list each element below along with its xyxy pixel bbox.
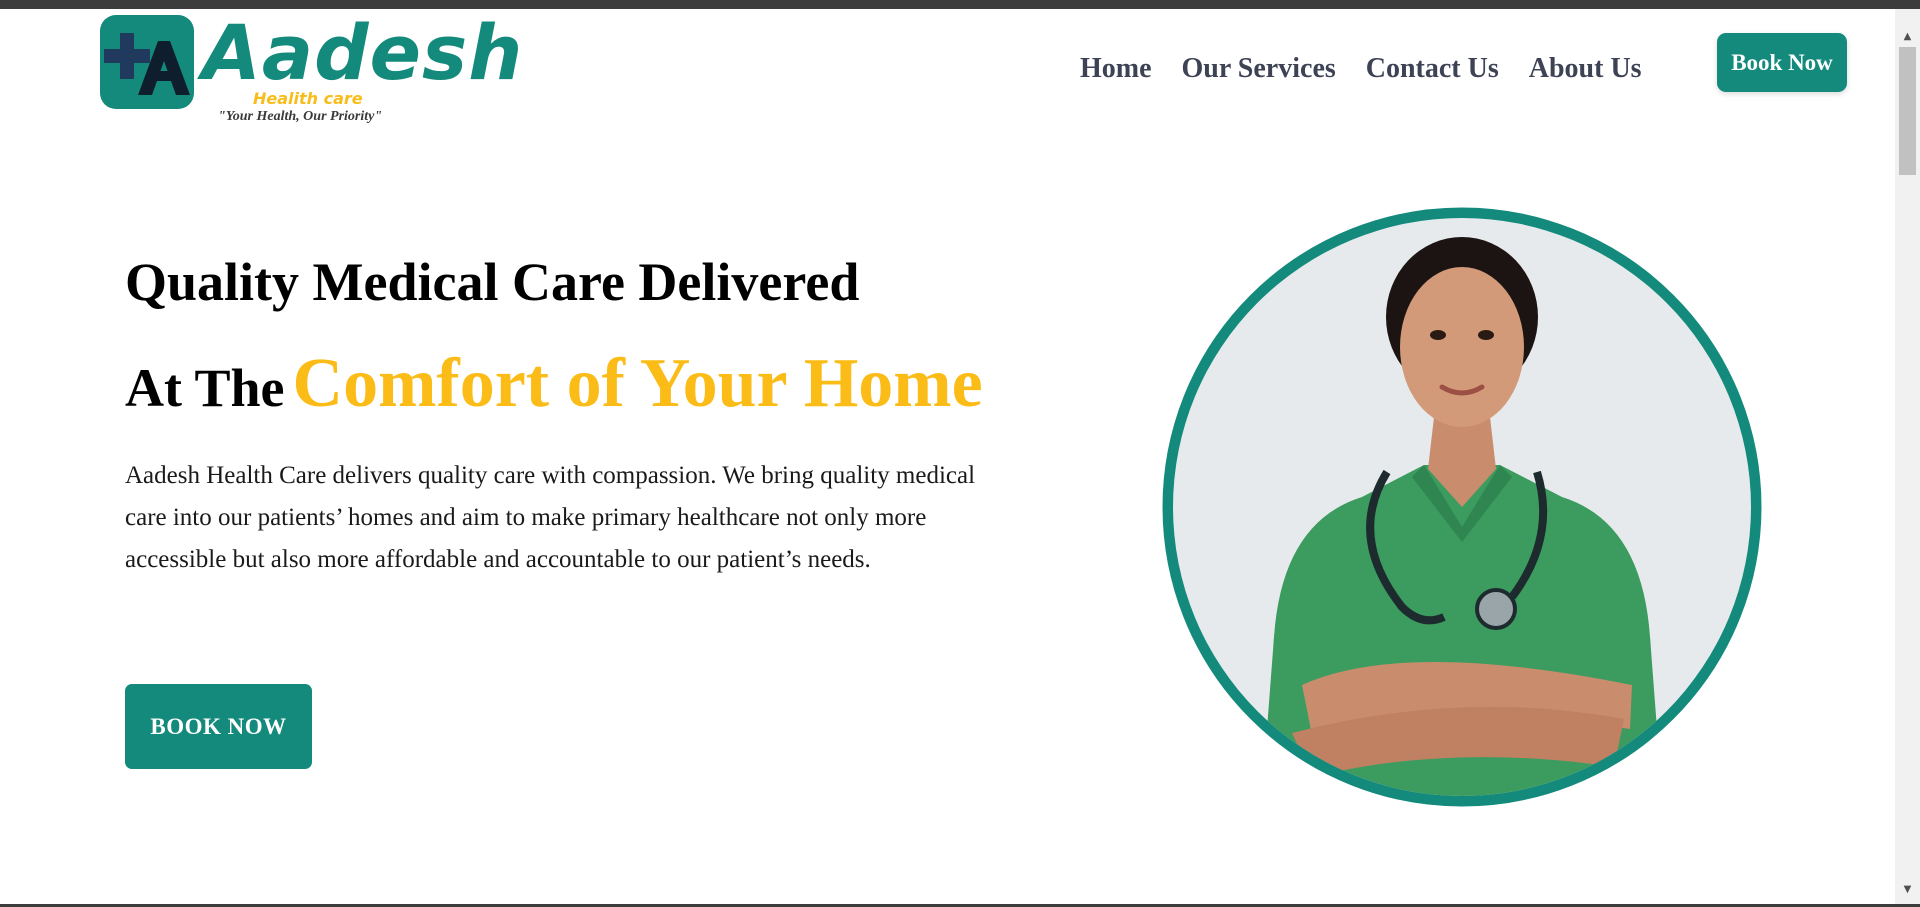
book-now-hero-button[interactable]: BOOK NOW — [125, 684, 312, 769]
triangle-down-icon[interactable]: ▼ — [1895, 880, 1920, 900]
hero-description: Aadesh Health Care delivers quality care… — [125, 462, 976, 573]
page-scrollbar[interactable]: ▲ ▼ — [1895, 9, 1920, 904]
hero-heading-line2: At The Comfort of Your Home — [125, 344, 983, 435]
scroll-thumb[interactable] — [1899, 47, 1916, 175]
triangle-up-icon[interactable]: ▲ — [1895, 27, 1920, 47]
brand-logo[interactable]: Aadesh Healith care "Your Health, Our Pr… — [100, 8, 522, 130]
brand-tagline: "Your Health, Our Priority" — [218, 109, 383, 124]
nav-contact-us[interactable]: Contact Us — [1366, 52, 1499, 86]
hero-heading-line1: Quality Medical Care Delivered — [125, 252, 860, 312]
medical-cross-a-icon — [100, 15, 194, 109]
nav-home[interactable]: Home — [1080, 52, 1152, 86]
hero-heading-plain: At The — [125, 358, 285, 418]
book-now-header-button[interactable]: Book Now — [1717, 33, 1847, 92]
brand-name: Aadesh — [202, 8, 524, 97]
nav-our-services[interactable]: Our Services — [1182, 52, 1336, 86]
nav-about-us[interactable]: About Us — [1529, 52, 1642, 86]
nurse-portrait — [1162, 207, 1762, 807]
hero-heading-accent: Comfort of Your Home — [292, 345, 983, 422]
brand-subtitle: Healith care — [253, 89, 363, 108]
main-nav: Home Our Services Contact Us About Us — [1080, 52, 1642, 86]
